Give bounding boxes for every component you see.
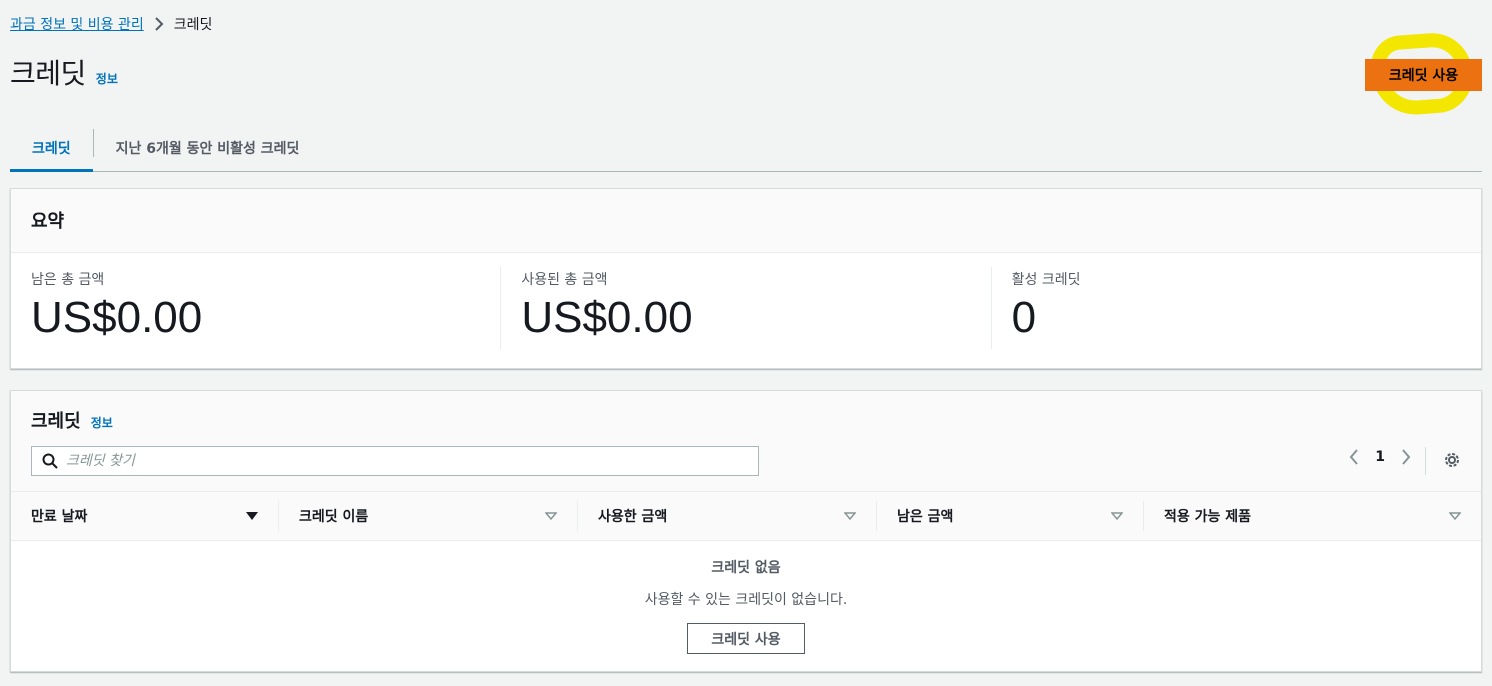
search-field[interactable] — [31, 446, 759, 476]
summary-header: 요약 — [11, 189, 1481, 253]
sort-desc-icon — [246, 511, 258, 521]
tab-inactive-credits[interactable]: 지난 6개월 동안 비활성 크레딧 — [94, 124, 322, 171]
column-label: 만료 날짜 — [31, 509, 88, 525]
breadcrumb-current: 크레딧 — [173, 17, 213, 33]
chevron-right-icon — [154, 17, 164, 31]
column-expiry-date[interactable]: 만료 날짜 — [11, 501, 278, 531]
sort-icon — [1449, 511, 1461, 521]
column-used-amount[interactable]: 사용한 금액 — [577, 501, 876, 531]
credits-info-link[interactable]: 정보 — [91, 414, 113, 431]
chevron-right-icon[interactable] — [1401, 449, 1411, 465]
column-label: 적용 가능 제품 — [1164, 509, 1252, 525]
breadcrumb: 과금 정보 및 비용 관리 크레딧 — [10, 14, 212, 34]
credits-table-panel: 크레딧 정보 1 — [10, 390, 1482, 672]
breadcrumb-billing-link[interactable]: 과금 정보 및 비용 관리 — [10, 14, 144, 34]
empty-use-credit-button[interactable]: 크레딧 사용 — [687, 623, 805, 654]
empty-state: 크레딧 없음 사용할 수 있는 크레딧이 없습니다. 크레딧 사용 — [11, 541, 1481, 654]
sort-icon — [844, 511, 856, 521]
metric-label: 사용된 총 금액 — [521, 272, 608, 288]
metric-value: US$0.00 — [31, 293, 203, 342]
tab-bar: 크레딧 지난 6개월 동안 비활성 크레딧 — [10, 124, 1482, 172]
tab-credits[interactable]: 크레딧 — [10, 124, 93, 172]
sort-icon — [1111, 511, 1123, 521]
pagination: 1 — [1349, 449, 1411, 465]
metric-value: 0 — [1011, 293, 1037, 342]
column-label: 남은 금액 — [897, 509, 954, 525]
use-credit-button[interactable]: 크레딧 사용 — [1365, 59, 1482, 91]
column-credit-name[interactable]: 크레딧 이름 — [278, 501, 577, 531]
metric-value: US$0.00 — [521, 293, 693, 342]
gear-icon[interactable] — [1443, 451, 1461, 469]
metric-active: 활성 크레딧 0 — [990, 267, 1481, 349]
summary-title: 요약 — [31, 211, 65, 232]
table-header: 만료 날짜 크레딧 이름 사용한 금액 남은 금액 적용 가능 제품 — [11, 491, 1481, 541]
pager-divider — [1425, 447, 1426, 475]
empty-title: 크레딧 없음 — [711, 560, 781, 576]
credits-page: 과금 정보 및 비용 관리 크레딧 크레딧 정보 크레딧 사용 크레딧 지난 6… — [0, 0, 1492, 686]
page-title: 크레딧 정보 — [10, 52, 118, 92]
column-label: 크레딧 이름 — [299, 509, 369, 525]
page-heading: 크레딧 — [10, 57, 86, 90]
page-number[interactable]: 1 — [1375, 449, 1385, 465]
metric-label: 활성 크레딧 — [1011, 272, 1081, 288]
search-icon — [42, 453, 58, 469]
credits-title: 크레딧 — [31, 411, 81, 432]
metric-used: 사용된 총 금액 US$0.00 — [500, 267, 990, 349]
info-link[interactable]: 정보 — [96, 70, 118, 87]
column-remaining-amount[interactable]: 남은 금액 — [876, 501, 1143, 531]
empty-description: 사용할 수 있는 크레딧이 없습니다. — [644, 592, 848, 608]
summary-metrics: 남은 총 금액 US$0.00 사용된 총 금액 US$0.00 활성 크레딧 … — [11, 253, 1481, 349]
credits-header: 크레딧 정보 1 — [11, 391, 1481, 541]
chevron-left-icon[interactable] — [1349, 449, 1359, 465]
sort-icon — [545, 511, 557, 521]
search-input[interactable] — [66, 453, 758, 469]
metric-remaining: 남은 총 금액 US$0.00 — [11, 267, 500, 349]
column-label: 사용한 금액 — [598, 509, 668, 525]
credits-title-row: 크레딧 정보 — [31, 407, 1461, 433]
column-applicable-products[interactable]: 적용 가능 제품 — [1143, 501, 1481, 531]
summary-panel: 요약 남은 총 금액 US$0.00 사용된 총 금액 US$0.00 활성 크… — [10, 188, 1482, 369]
metric-label: 남은 총 금액 — [31, 272, 105, 288]
